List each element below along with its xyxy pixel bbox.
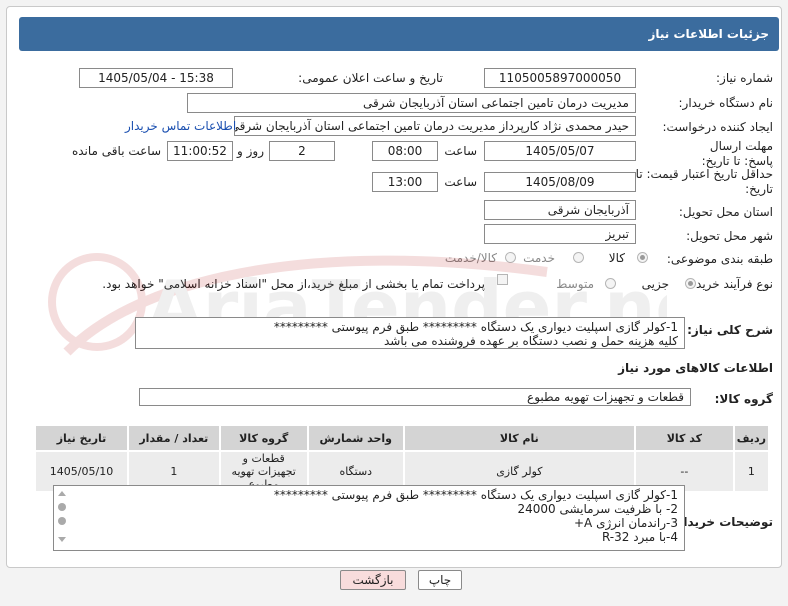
goods-table: ردیف کد کالا نام کالا واحد شمارش گروه کا…	[33, 424, 771, 493]
col-need-date: تاریخ نیاز	[33, 424, 130, 452]
scroll-down-icon[interactable]	[58, 537, 66, 542]
process-medium-label: متوسط	[556, 277, 594, 291]
goods-group-label: گروه کالا:	[714, 392, 773, 406]
requester-field: حیدر محمدی نژاد کارپرداز مدیریت درمان تا…	[234, 116, 636, 136]
need-summary-line-2: کلیه هزینه حمل و نصب دستگاه بر عهده فروش…	[383, 334, 678, 348]
province-field: آذربایجان شرقی	[484, 200, 636, 220]
category-goods-service-label: کالا/خدمت	[444, 251, 497, 265]
col-quantity: تعداد / مقدار	[127, 424, 221, 452]
category-goods-radio[interactable]	[637, 252, 648, 263]
hours-left-label: ساعت باقی مانده	[71, 144, 161, 158]
watermark-logo: AriaTender.neT	[48, 253, 667, 356]
day-and-label: روز و	[237, 144, 264, 158]
need-summary-line-1: 1-کولر گازی اسپلیت دیواری یک دستگاه ****…	[273, 320, 678, 334]
requester-label: ایجاد کننده درخواست:	[662, 120, 773, 134]
process-partial-radio[interactable]	[685, 278, 696, 289]
col-row-number: ردیف	[732, 424, 771, 452]
scroll-dot-icon	[58, 503, 66, 511]
category-goods-service-radio[interactable]	[505, 252, 516, 263]
validity-date-field: 1405/08/09	[484, 172, 636, 192]
goods-info-heading: اطلاعات کالاهای مورد نیاز	[618, 361, 773, 375]
reply-hour-field: 08:00	[372, 141, 438, 161]
col-goods-group: گروه کالا	[218, 424, 309, 452]
col-goods-code: کد کالا	[633, 424, 735, 452]
goods-group-field: قطعات و تجهیزات تهویه مطبوع	[139, 388, 691, 406]
treasury-payment-note: پرداخت تمام یا بخشی از مبلغ خرید،از محل …	[102, 277, 485, 291]
buyer-notes-line-2: 2- با ظرفیت سرمایشی 24000	[517, 502, 678, 516]
col-unit: واحد شمارش	[306, 424, 405, 452]
reply-days-field: 2	[269, 141, 335, 161]
scroll-dot-icon	[58, 517, 66, 525]
page-title: جزئیات اطلاعات نیاز	[19, 17, 779, 51]
buyer-org-field: مدیریت درمان تامین اجتماعی استان آذربایج…	[187, 93, 636, 113]
need-summary-label: شرح کلی نیاز:	[687, 323, 773, 337]
scroll-up-icon[interactable]	[58, 491, 66, 496]
delivery-city-label: شهر محل تحویل:	[686, 229, 773, 243]
buyer-notes-scrollbar[interactable]	[55, 487, 69, 549]
delivery-province-label: استان محل تحویل:	[678, 205, 773, 219]
price-validity-label: حداقل تاریخ اعتبار قیمت: تا تاریخ:	[633, 167, 773, 197]
buyer-notes-line-3: 3-راندمان انرژی A+	[573, 516, 678, 530]
category-label: طبقه بندی موضوعی:	[666, 252, 773, 266]
buyer-org-label: نام دستگاه خریدار:	[678, 96, 774, 110]
buyer-notes-box[interactable]: 1-کولر گازی اسپلیت دیواری یک دستگاه ****…	[53, 485, 685, 551]
city-field: تبریز	[484, 224, 636, 244]
category-service-radio[interactable]	[573, 252, 584, 263]
treasury-payment-checkbox[interactable]	[497, 274, 508, 285]
announce-datetime-field: 1405/05/04 - 15:38	[79, 68, 233, 88]
details-panel: جزئیات اطلاعات نیاز شماره نیاز: 11050058…	[6, 6, 782, 568]
reply-hour-label: ساعت	[444, 144, 477, 158]
watermark-circle	[48, 253, 146, 351]
category-goods-label: کالا	[608, 251, 625, 265]
price-validity-text: حداقل تاریخ اعتبار قیمت: تا تاریخ:	[635, 167, 773, 196]
need-number-label: شماره نیاز:	[716, 71, 773, 85]
table-header-row: ردیف کد کالا نام کالا واحد شمارش گروه کا…	[33, 424, 771, 452]
need-number-field: 1105005897000050	[484, 68, 636, 88]
process-type-label: نوع فرآیند خرید :	[688, 277, 773, 291]
cell-row-number: 1	[732, 450, 771, 493]
contact-info-link[interactable]: اطلاعات تماس خریدار	[125, 119, 236, 133]
process-partial-label: جزیی	[641, 277, 669, 291]
need-summary-box[interactable]: 1-کولر گازی اسپلیت دیواری یک دستگاه ****…	[135, 317, 685, 349]
back-button[interactable]: بازگشت	[340, 570, 406, 590]
reply-date-field: 1405/05/07	[484, 141, 636, 161]
validity-hour-label: ساعت	[444, 175, 477, 189]
remaining-time-field: 11:00:52	[167, 141, 233, 161]
buyer-notes-line-1: 1-کولر گازی اسپلیت دیواری یک دستگاه ****…	[273, 488, 678, 502]
category-service-label: خدمت	[523, 251, 555, 265]
process-medium-radio[interactable]	[605, 278, 616, 289]
buyer-notes-line-4: 4-با مبرد R-32	[601, 530, 678, 544]
announce-datetime-label: تاریخ و ساعت اعلان عمومی:	[298, 71, 443, 85]
col-goods-name: نام کالا	[402, 424, 636, 452]
print-button[interactable]: چاپ	[418, 570, 462, 590]
reply-deadline-text: مهلت ارسال پاسخ: تا تاریخ:	[701, 139, 773, 168]
reply-deadline-label: مهلت ارسال پاسخ: تا تاریخ:	[683, 139, 773, 169]
buyer-notes-label: توضیحات خریدار:	[671, 515, 773, 529]
validity-hour-field: 13:00	[372, 172, 438, 192]
